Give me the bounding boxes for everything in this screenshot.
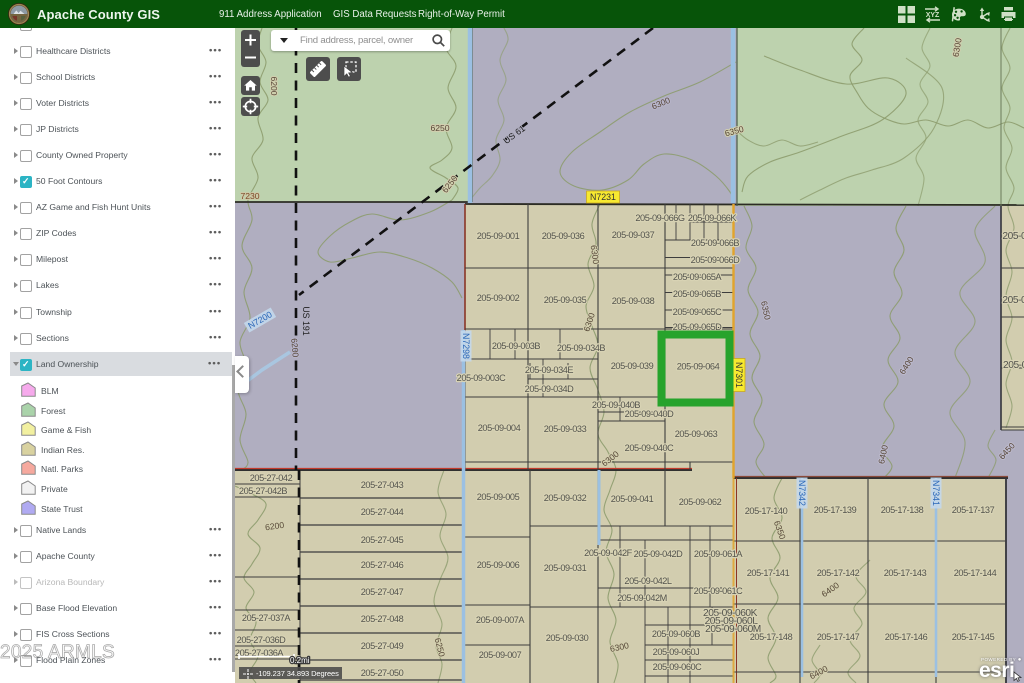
- svg-text:205-09-065A: 205-09-065A: [673, 272, 722, 282]
- svg-text:205-09-036: 205-09-036: [542, 231, 585, 241]
- svg-text:205-17-143: 205-17-143: [884, 568, 927, 578]
- svg-text:205-09-061C: 205-09-061C: [694, 586, 743, 596]
- svg-text:205-17-139: 205-17-139: [814, 505, 857, 515]
- svg-text:205-09-065B: 205-09-065B: [673, 289, 721, 299]
- svg-text:205-17-146: 205-17-146: [885, 632, 928, 642]
- svg-text:6250: 6250: [430, 123, 449, 133]
- svg-text:205-09-040D: 205-09-040D: [625, 409, 674, 419]
- svg-text:205-09-007: 205-09-007: [479, 650, 522, 660]
- svg-text:205-27-043: 205-27-043: [361, 480, 404, 490]
- svg-text:205-09-003B: 205-09-003B: [492, 341, 540, 351]
- svg-text:205-09-041: 205-09-041: [611, 494, 654, 504]
- svg-text:205-27-046: 205-27-046: [361, 560, 404, 570]
- svg-text:205-09-037: 205-09-037: [612, 230, 655, 240]
- svg-text:N7342: N7342: [797, 480, 807, 506]
- svg-text:205-27-036D: 205-27-036D: [237, 635, 286, 645]
- svg-text:205-09-032: 205-09-032: [544, 493, 587, 503]
- svg-text:205-09-064: 205-09-064: [677, 362, 720, 372]
- svg-text:205-27-037A: 205-27-037A: [242, 613, 291, 623]
- svg-text:205-09-005: 205-09-005: [477, 492, 520, 502]
- svg-text:205-27-048: 205-27-048: [361, 614, 404, 624]
- svg-text:205-09-038: 205-09-038: [612, 296, 655, 306]
- svg-text:205-09-004: 205-09-004: [478, 423, 521, 433]
- svg-text:205-09-042L: 205-09-042L: [624, 576, 671, 586]
- svg-text:205-09-060J: 205-09-060J: [653, 647, 700, 657]
- svg-text:7230: 7230: [240, 191, 259, 201]
- svg-text:205-17-141: 205-17-141: [747, 568, 790, 578]
- svg-text:205-09-034B: 205-09-034B: [557, 343, 605, 353]
- svg-text:205-09-030: 205-09-030: [546, 633, 589, 643]
- svg-text:6200: 6200: [289, 338, 301, 358]
- svg-text:205-09-066D: 205-09-066D: [691, 255, 740, 265]
- svg-text:205-09-034D: 205-09-034D: [525, 384, 574, 394]
- svg-text:205-09-062: 205-09-062: [679, 497, 722, 507]
- svg-text:205-09-003C: 205-09-003C: [457, 373, 506, 383]
- svg-text:6200: 6200: [269, 76, 279, 95]
- svg-text:205-17-142: 205-17-142: [817, 568, 860, 578]
- svg-text:205-09-033: 205-09-033: [544, 424, 587, 434]
- svg-text:205-27-044: 205-27-044: [361, 507, 404, 517]
- svg-text:205-09-042F: 205-09-042F: [584, 548, 632, 558]
- svg-text:205-09-034E: 205-09-034E: [525, 365, 573, 375]
- svg-text:205-09-: 205-09-: [1003, 360, 1024, 371]
- svg-text:N7341: N7341: [931, 480, 941, 506]
- svg-text:205-17-148: 205-17-148: [750, 632, 793, 642]
- svg-text:205-09-042D: 205-09-042D: [634, 549, 683, 559]
- svg-text:0.2mi: 0.2mi: [290, 656, 310, 665]
- svg-text:205-09-042M: 205-09-042M: [617, 593, 667, 603]
- svg-text:205-09-061A: 205-09-061A: [694, 549, 743, 559]
- svg-text:205-09-060C: 205-09-060C: [653, 662, 702, 672]
- svg-text:205-17-138: 205-17-138: [881, 505, 924, 515]
- svg-text:205-09-007A: 205-09-007A: [476, 615, 525, 625]
- svg-text:205-17-140: 205-17-140: [745, 506, 788, 516]
- svg-text:205-27-050: 205-27-050: [361, 668, 404, 678]
- svg-text:205-09-0: 205-09-0: [1002, 231, 1024, 242]
- svg-text:205-09-066G: 205-09-066G: [635, 213, 684, 223]
- svg-text:205-09-002: 205-09-002: [477, 293, 520, 303]
- svg-text:N7231: N7231: [590, 192, 616, 202]
- svg-text:205-09-006: 205-09-006: [477, 560, 520, 570]
- svg-text:205-27-047: 205-27-047: [361, 587, 404, 597]
- svg-text:205-09-039: 205-09-039: [611, 361, 654, 371]
- svg-text:205-09-001: 205-09-001: [477, 231, 520, 241]
- svg-text:205-09-063: 205-09-063: [675, 429, 718, 439]
- svg-text:205-09-035: 205-09-035: [544, 295, 587, 305]
- svg-text:205-09-066B: 205-09-066B: [691, 238, 739, 248]
- svg-text:205-09-040C: 205-09-040C: [625, 443, 674, 453]
- svg-text:205-09-065C: 205-09-065C: [673, 307, 722, 317]
- svg-text:XYZ: XYZ: [926, 12, 940, 19]
- svg-text:205-17-145: 205-17-145: [952, 632, 995, 642]
- svg-text:205-09-031: 205-09-031: [544, 563, 587, 573]
- svg-text:N7301: N7301: [734, 362, 744, 388]
- svg-text:205-27-042: 205-27-042: [250, 473, 293, 483]
- svg-text:205-09-0: 205-09-0: [1002, 295, 1024, 306]
- svg-text:205-09-060B: 205-09-060B: [652, 629, 700, 639]
- svg-text:205-17-144: 205-17-144: [954, 568, 997, 578]
- svg-text:205-27-045: 205-27-045: [361, 535, 404, 545]
- svg-text:205-17-147: 205-17-147: [817, 632, 860, 642]
- svg-text:205-27-042B: 205-27-042B: [239, 486, 287, 496]
- svg-text:US 191: US 191: [301, 306, 311, 335]
- svg-text:205-17-137: 205-17-137: [952, 505, 995, 515]
- svg-text:N7298: N7298: [461, 333, 471, 359]
- svg-text:205-09-066K: 205-09-066K: [688, 213, 737, 223]
- svg-text:205-27-049: 205-27-049: [361, 641, 404, 651]
